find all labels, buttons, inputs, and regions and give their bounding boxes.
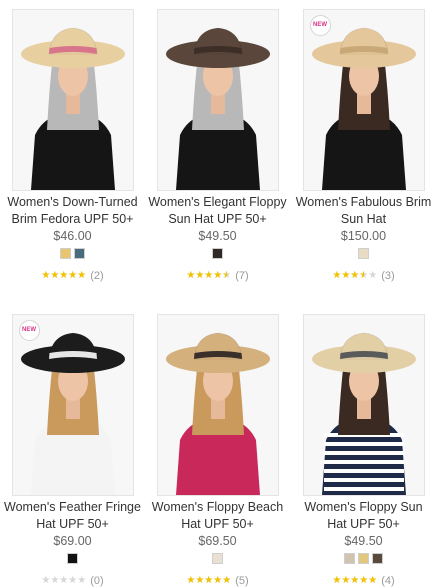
product-card[interactable]: Women's Elegant Floppy Sun Hat UPF 50+ $4… <box>145 0 290 282</box>
review-count: (3) <box>381 270 395 282</box>
product-rating[interactable]: ★★★★★ ★★★★★ (4) <box>291 575 436 587</box>
product-photo[interactable] <box>157 10 278 190</box>
shirt-stripe <box>323 478 404 482</box>
color-swatches <box>291 553 436 564</box>
review-count: (4) <box>381 575 395 587</box>
shirt-stripe <box>323 451 404 455</box>
product-name-link[interactable]: Women's Floppy Sun Hat UPF 50+ <box>291 499 436 533</box>
star-rating-icon: ★★★★★★★★★★ <box>332 575 378 586</box>
product-name-link[interactable]: Women's Feather Fringe Hat UPF 50+ <box>0 499 145 533</box>
review-count: (7) <box>235 270 249 282</box>
product-image[interactable]: NEW <box>11 314 134 496</box>
star-rating-icon: ★★★★★★★★★★ <box>41 575 87 586</box>
product-name-link[interactable]: Women's Fabulous Brim Sun Hat <box>291 194 436 228</box>
product-price: $150.00 <box>340 229 387 243</box>
color-swatch[interactable] <box>344 553 355 564</box>
product-image[interactable] <box>11 9 134 191</box>
product-photo[interactable] <box>157 315 278 495</box>
product-image[interactable] <box>302 314 425 496</box>
product-price: $69.00 <box>53 534 92 548</box>
product-price: $49.50 <box>198 229 237 243</box>
color-swatches <box>0 553 145 564</box>
color-swatches <box>145 248 290 259</box>
shirt-stripe <box>323 469 404 473</box>
color-swatch[interactable] <box>358 248 369 259</box>
color-swatch[interactable] <box>372 553 383 564</box>
product-card[interactable]: Women's Floppy Beach Hat UPF 50+ $69.50 ★★… <box>145 305 290 587</box>
star-fill: ★★★★★ <box>332 576 378 586</box>
product-price: $46.00 <box>53 229 92 243</box>
product-rating[interactable]: ★★★★★ ★★★★★ (5) <box>145 575 290 587</box>
color-swatch[interactable] <box>212 248 223 259</box>
star-fill: ★★★★★ <box>186 271 226 281</box>
product-name-link[interactable]: Women's Down-Turned Brim Fedora UPF 50+ <box>0 194 145 228</box>
new-badge: NEW <box>18 320 40 341</box>
product-rating[interactable]: ★★★★★★★★★★(7) <box>145 270 290 282</box>
star-rating-icon: ★★★★★★★★★★ <box>186 575 232 586</box>
color-swatches <box>145 553 290 564</box>
product-grid: Women's Down-Turned Brim Fedora UPF 50+ $… <box>0 0 437 587</box>
star-rating-icon: ★★★★★★★★★★ <box>332 270 378 281</box>
product-image[interactable] <box>156 314 279 496</box>
product-photo[interactable] <box>303 10 424 190</box>
review-count: (2) <box>90 270 104 282</box>
star-fill: ★★★★★ <box>332 271 363 281</box>
color-swatches <box>291 248 436 259</box>
shirt-stripe <box>323 487 404 491</box>
product-price: $69.50 <box>198 534 237 548</box>
product-card[interactable]: NEW Women's Feather Fringe Hat UPF 50+ $69… <box>0 305 145 587</box>
shirt-stripe <box>323 442 404 446</box>
color-swatch[interactable] <box>60 248 71 259</box>
product-photo[interactable] <box>303 315 424 495</box>
product-card[interactable]: Women's Floppy Sun Hat UPF 50+ $49.50 ★★★★… <box>291 305 436 587</box>
product-rating[interactable]: ★★★★★★★★★★(0) <box>0 575 145 587</box>
star-rating-icon: ★★★★★★★★★★ <box>186 270 232 281</box>
product-card[interactable]: NEW Women's Fabulous Brim Sun Hat $150.00 ★… <box>291 0 436 282</box>
product-rating[interactable]: ★★★★★★★★★★(3) <box>291 270 436 282</box>
product-image[interactable]: NEW <box>302 9 425 191</box>
star-fill: ★★★★★ <box>41 271 87 281</box>
product-price: $49.50 <box>344 534 383 548</box>
review-count: (0) <box>90 575 104 587</box>
product-name-link[interactable]: Women's Elegant Floppy Sun Hat UPF 50+ <box>145 194 290 228</box>
color-swatch[interactable] <box>67 553 78 564</box>
product-image[interactable] <box>156 9 279 191</box>
shirt-stripe <box>323 460 404 464</box>
product-card[interactable]: Women's Down-Turned Brim Fedora UPF 50+ $… <box>0 0 145 282</box>
product-photo[interactable] <box>12 10 133 190</box>
review-count: (5) <box>235 575 249 587</box>
star-fill: ★★★★★ <box>186 576 232 586</box>
color-swatch[interactable] <box>358 553 369 564</box>
product-photo[interactable] <box>12 315 133 495</box>
product-name-link[interactable]: Women's Floppy Beach Hat UPF 50+ <box>145 499 290 533</box>
new-badge: NEW <box>309 15 331 36</box>
color-swatch[interactable] <box>212 553 223 564</box>
product-rating[interactable]: ★★★★★ ★★★★★ (2) <box>0 270 145 282</box>
color-swatches <box>0 248 145 259</box>
star-rating-icon: ★★★★★★★★★★ <box>41 270 87 281</box>
color-swatch[interactable] <box>74 248 85 259</box>
